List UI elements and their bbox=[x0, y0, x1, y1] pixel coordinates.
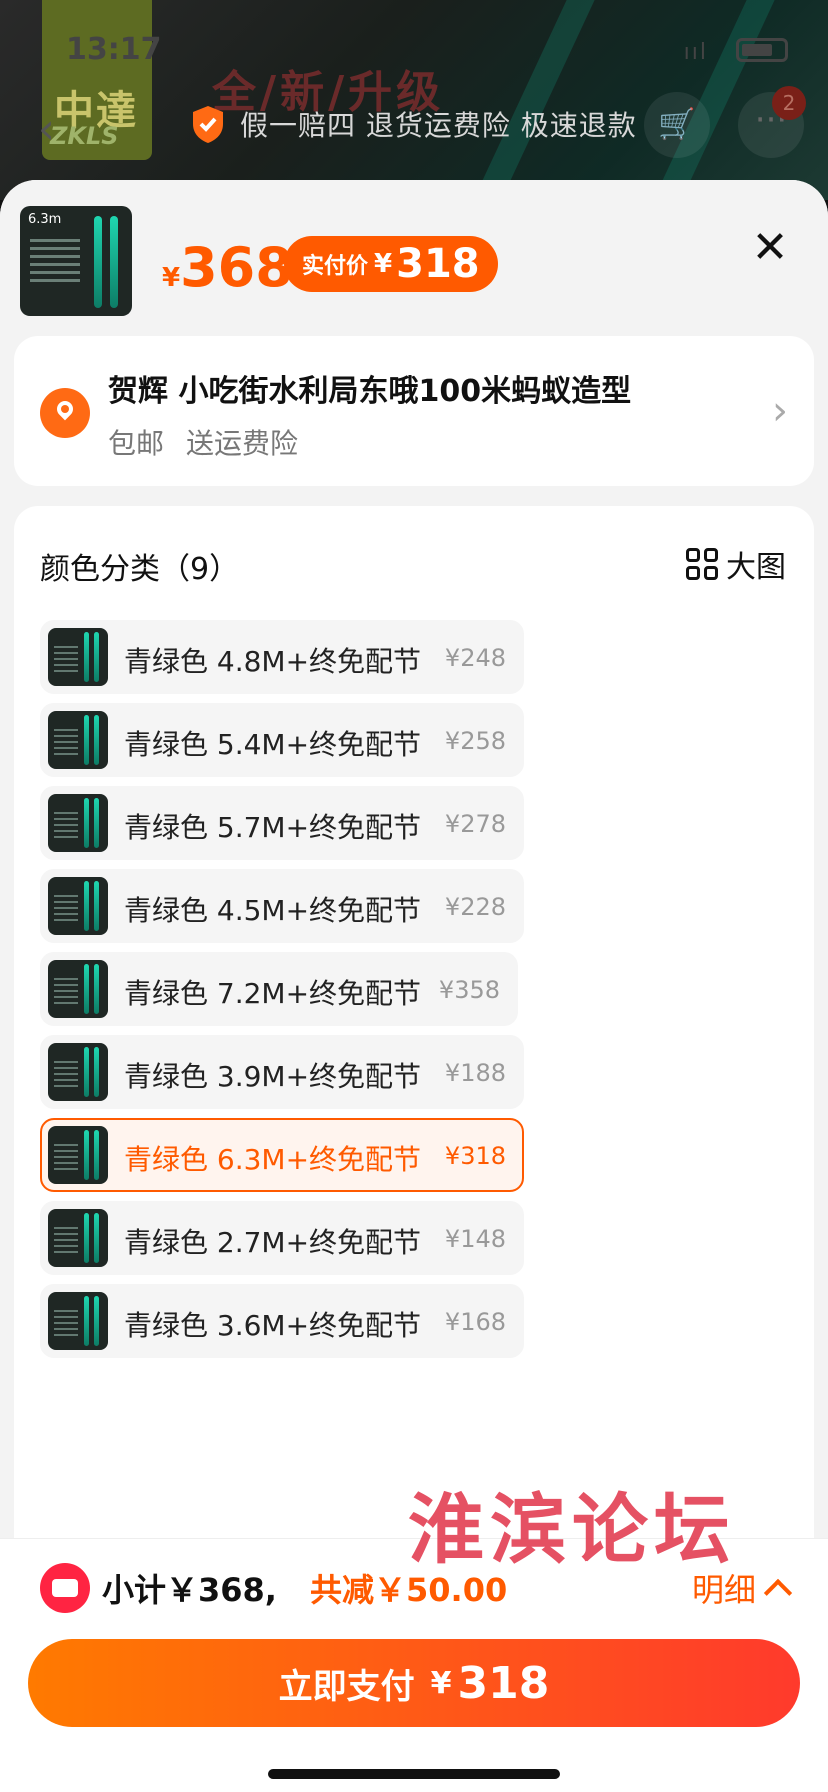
background-product-page: 中達 ZKLS 全/新/升级 13:17 ııl ‹ 🛒 ··· 2 假一赔四 … bbox=[0, 0, 828, 200]
color-option-6[interactable]: 青绿色 3.9M+终免配节 ¥188 bbox=[40, 1035, 524, 1109]
option-thumbnail bbox=[48, 960, 108, 1018]
guarantee-banner: 假一赔四 退货运费险 极速退款 bbox=[190, 104, 637, 144]
option-label: 青绿色 3.6M+终免配节 bbox=[124, 1309, 422, 1342]
signal-icon: ııl bbox=[683, 40, 708, 65]
chevron-up-icon bbox=[763, 1578, 793, 1608]
price-symbol: ¥ bbox=[162, 263, 181, 293]
option-thumbnail bbox=[48, 1209, 108, 1267]
option-price: ¥258 bbox=[444, 727, 506, 755]
thumbnail-spec-lines bbox=[30, 234, 80, 287]
option-price: ¥148 bbox=[444, 1225, 506, 1253]
option-price: ¥278 bbox=[444, 810, 506, 838]
background-decoration bbox=[473, 0, 595, 200]
coupon-icon bbox=[40, 1563, 90, 1613]
option-thumbnail bbox=[48, 628, 108, 686]
cart-icon[interactable]: 🛒 bbox=[644, 92, 710, 158]
color-option-8[interactable]: 青绿色 2.7M+终免配节 ¥148 bbox=[40, 1201, 524, 1275]
option-price: ¥358 bbox=[438, 976, 500, 1004]
option-label: 青绿色 4.8M+终免配节 bbox=[124, 645, 422, 678]
option-label: 青绿色 2.7M+终免配节 bbox=[124, 1226, 422, 1259]
thumbnail-rod bbox=[94, 216, 102, 308]
product-thumbnail[interactable]: 6.3m bbox=[20, 206, 132, 316]
option-label: 青绿色 7.2M+终免配节 bbox=[124, 977, 422, 1010]
paid-price-label: 实付价 bbox=[302, 254, 369, 279]
location-pin-icon bbox=[40, 388, 90, 438]
option-price: ¥248 bbox=[444, 644, 506, 672]
option-label: 青绿色 6.3M+终免配节 bbox=[124, 1143, 422, 1176]
option-label: 青绿色 5.4M+终免配节 bbox=[124, 728, 422, 761]
color-option-7[interactable]: 青绿色 6.3M+终免配节 ¥318 bbox=[40, 1118, 524, 1192]
color-category-title: 颜色分类（9） bbox=[40, 552, 240, 587]
paid-price-value: 318 bbox=[396, 241, 480, 287]
status-time: 13:17 bbox=[66, 32, 162, 67]
big-picture-label: 大图 bbox=[726, 550, 786, 585]
option-thumbnail bbox=[48, 1043, 108, 1101]
guarantee-text: 假一赔四 退货运费险 极速退款 bbox=[240, 109, 637, 142]
close-icon[interactable]: ✕ bbox=[748, 226, 792, 270]
color-option-9[interactable]: 青绿色 3.6M+终免配节 ¥168 bbox=[40, 1284, 524, 1358]
address-card[interactable]: 贺辉 小吃街水利局东哦100米蚂蚁造型 包邮 送运费险 › bbox=[14, 336, 814, 486]
option-label: 青绿色 5.7M+终免配节 bbox=[124, 811, 422, 844]
pay-now-button[interactable]: 立即支付 ¥ 318 bbox=[28, 1639, 800, 1727]
grid-icon bbox=[686, 548, 718, 580]
product-price: ¥368 bbox=[162, 236, 293, 299]
option-price: ¥228 bbox=[444, 893, 506, 921]
sheet-header: 6.3m ¥368 实付价 ¥ 318 ✕ bbox=[0, 180, 828, 330]
option-price: ¥188 bbox=[444, 1059, 506, 1087]
color-option-4[interactable]: 青绿色 4.5M+终免配节 ¥228 bbox=[40, 869, 524, 943]
shipping-info: 包邮 送运费险 bbox=[108, 422, 320, 462]
chevron-right-icon: › bbox=[772, 388, 788, 434]
free-shipping-label: 包邮 bbox=[108, 427, 165, 460]
battery-icon bbox=[736, 38, 788, 62]
big-picture-button[interactable]: 大图 bbox=[686, 542, 786, 586]
option-label: 青绿色 3.9M+终免配节 bbox=[124, 1060, 422, 1093]
paid-price-symbol: ¥ bbox=[374, 249, 393, 279]
cart-badge: 2 bbox=[772, 86, 806, 120]
option-thumbnail bbox=[48, 1126, 108, 1184]
color-option-1[interactable]: 青绿色 4.8M+终免配节 ¥248 bbox=[40, 620, 524, 694]
color-option-3[interactable]: 青绿色 5.7M+终免配节 ¥278 bbox=[40, 786, 524, 860]
color-option-5[interactable]: 青绿色 7.2M+终免配节 ¥358 bbox=[40, 952, 518, 1026]
address-text: 贺辉 小吃街水利局东哦100米蚂蚁造型 bbox=[108, 374, 632, 409]
subtotal-text: 小计￥368, bbox=[102, 1571, 277, 1609]
paid-price-badge: 实付价 ¥ 318 bbox=[284, 236, 498, 292]
shipping-insurance-label: 送运费险 bbox=[186, 427, 299, 460]
option-price: ¥318 bbox=[444, 1142, 506, 1170]
back-icon[interactable]: ‹ bbox=[38, 104, 55, 153]
option-thumbnail bbox=[48, 877, 108, 935]
pay-symbol: ¥ bbox=[430, 1665, 452, 1701]
shield-check-icon bbox=[193, 106, 223, 143]
forum-watermark: 淮滨论坛 bbox=[408, 1485, 736, 1574]
pay-amount: 318 bbox=[457, 1657, 550, 1709]
price-value: 368 bbox=[180, 236, 293, 299]
pay-now-label: 立即支付 bbox=[278, 1666, 415, 1707]
brand-logo-sub: ZKLS bbox=[50, 122, 119, 150]
option-price: ¥168 bbox=[444, 1308, 506, 1336]
thumbnail-size-label: 6.3m bbox=[28, 212, 62, 227]
color-option-2[interactable]: 青绿色 5.4M+终免配节 ¥258 bbox=[40, 703, 524, 777]
thumbnail-rod bbox=[110, 216, 118, 308]
spec-card: 颜色分类（9） 大图 青绿色 4.8M+终免配节 ¥248 青绿色 5.4M+终免配… bbox=[14, 506, 814, 1626]
option-label: 青绿色 4.5M+终免配节 bbox=[124, 894, 422, 927]
home-indicator bbox=[268, 1769, 560, 1779]
option-thumbnail bbox=[48, 794, 108, 852]
option-thumbnail bbox=[48, 1292, 108, 1350]
option-thumbnail bbox=[48, 711, 108, 769]
